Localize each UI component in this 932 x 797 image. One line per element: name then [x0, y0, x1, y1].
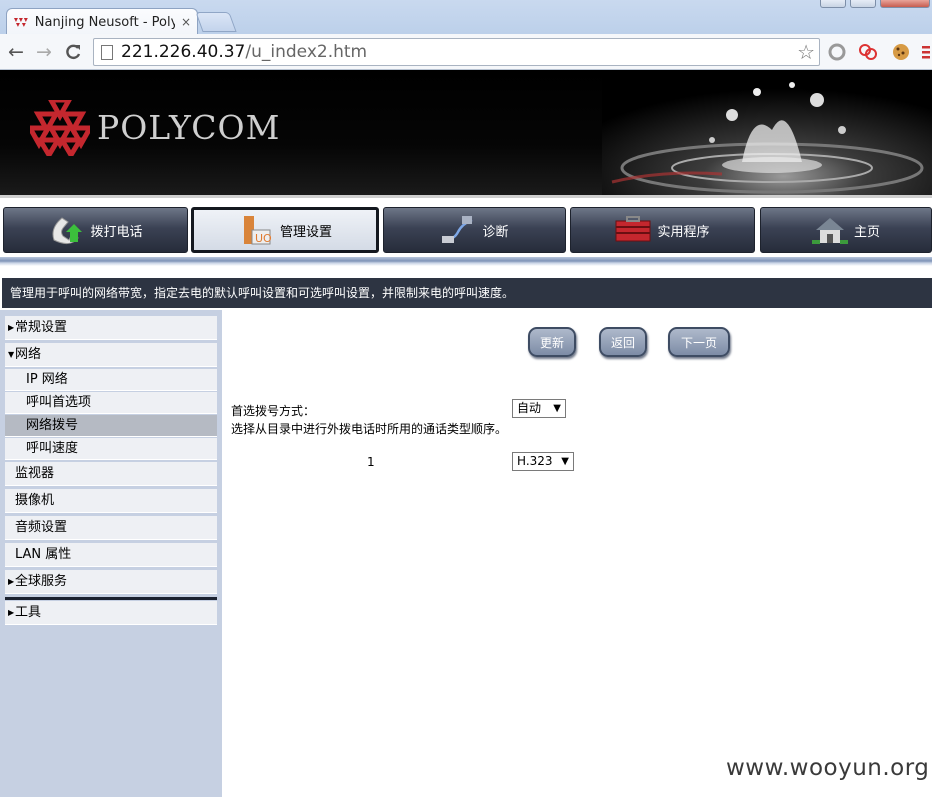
phone-icon	[52, 217, 83, 244]
sidebar-item-network[interactable]: ▼ 网络	[5, 343, 217, 367]
sidebar-item-label: 常规设置	[15, 320, 68, 335]
sidebar-divider	[5, 597, 217, 600]
close-window-button[interactable]	[880, 0, 930, 8]
sidebar-item-label: 全球服务	[15, 574, 68, 589]
call-type-order-select[interactable]: H.323 ▼	[512, 452, 574, 471]
nav-divider-rails	[0, 254, 932, 270]
tab-home[interactable]: 主页	[760, 207, 932, 253]
sidebar-item-call-speed[interactable]: 呼叫速度	[5, 438, 217, 460]
new-tab-button[interactable]	[195, 12, 237, 32]
water-splash-image	[602, 70, 932, 195]
main-nav-bar: 拨打电话 UO 管理设置 诊断 实用程序 主页	[0, 202, 932, 270]
sidebar-item-label: 网络	[15, 347, 42, 362]
toolbox-icon	[615, 216, 651, 242]
extension-links-icon[interactable]	[858, 42, 878, 62]
order-index: 1	[367, 455, 375, 469]
maximize-button[interactable]	[850, 0, 876, 8]
tab-diagnostics[interactable]: 诊断	[383, 207, 566, 253]
diagnostics-icon	[442, 216, 473, 243]
sidebar-item-lan-properties[interactable]: LAN 属性	[5, 543, 217, 567]
tab-label: 拨打电话	[90, 224, 143, 240]
browser-toolbar: ← → 221.226.40.37/u_index2.htm ☆	[0, 34, 932, 70]
polycom-favicon-icon	[13, 18, 28, 27]
svg-text:UO: UO	[255, 232, 272, 245]
tab-label: 主页	[853, 224, 880, 240]
reload-icon[interactable]	[61, 40, 85, 64]
browser-tabstrip: Nanjing Neusoft - Polyc ×	[0, 0, 932, 35]
expand-arrow-icon: ▶	[8, 608, 15, 617]
back-button[interactable]: 返回	[599, 327, 647, 357]
page-icon	[101, 44, 113, 60]
admin-icon: UO	[243, 216, 272, 245]
sidebar: ▶ 常规设置 ▼ 网络 IP 网络 呼叫首选项 网络拨号 呼叫速度 监视器 摄像…	[0, 310, 222, 797]
update-button[interactable]: 更新	[528, 327, 576, 357]
sidebar-item-label: 工具	[15, 605, 42, 620]
select-value: 自动	[517, 401, 542, 415]
tab-admin-settings[interactable]: UO 管理设置	[191, 207, 379, 253]
preferred-dial-select[interactable]: 自动 ▼	[512, 399, 566, 418]
dropdown-arrow-icon: ▼	[561, 456, 569, 467]
sidebar-item-cameras[interactable]: 摄像机	[5, 489, 217, 513]
watermark: www.wooyun.org	[726, 755, 930, 781]
sidebar-item-ip-network[interactable]: IP 网络	[5, 369, 217, 391]
tab-title: Nanjing Neusoft - Polyc	[34, 14, 175, 30]
tab-label: 管理设置	[279, 224, 332, 240]
preferred-dial-description: 选择从目录中进行外拨电话时所用的通话类型顺序。	[231, 422, 508, 436]
url-host: 221.226.40.37	[121, 42, 246, 62]
url-path: /u_index2.htm	[245, 42, 368, 62]
forward-arrow-icon[interactable]: →	[32, 40, 56, 64]
tab-close-icon[interactable]: ×	[181, 15, 191, 29]
next-page-button[interactable]: 下一页	[668, 327, 730, 357]
sidebar-item-general-settings[interactable]: ▶ 常规设置	[5, 316, 217, 340]
page-description: 管理用于呼叫的网络带宽，指定去电的默认呼叫设置和可选呼叫设置，并限制来电的呼叫速…	[2, 278, 932, 308]
sidebar-item-network-dialing[interactable]: 网络拨号	[5, 415, 217, 437]
tab-utilities[interactable]: 实用程序	[570, 207, 755, 253]
home-icon	[811, 218, 848, 244]
collapse-arrow-icon: ▼	[8, 350, 15, 359]
bookmark-star-icon[interactable]: ☆	[797, 40, 815, 64]
main-content: 更新 返回 下一页 首选拨号方式： 选择从目录中进行外拨电话时所用的通话类型顺序…	[222, 310, 932, 797]
back-arrow-icon[interactable]: ←	[4, 40, 28, 64]
brand-name: POLYCOM	[97, 108, 281, 147]
expand-arrow-icon: ▶	[8, 577, 15, 586]
sidebar-item-tools[interactable]: ▶ 工具	[5, 601, 217, 625]
sidebar-item-call-preferences[interactable]: 呼叫首选项	[5, 392, 217, 414]
minimize-button[interactable]	[820, 0, 846, 8]
sidebar-item-monitors[interactable]: 监视器	[5, 462, 217, 486]
cookie-extension-icon[interactable]	[891, 42, 911, 62]
select-value: H.323	[517, 454, 553, 468]
polycom-logo-icon	[30, 100, 90, 156]
browser-tab-active[interactable]: Nanjing Neusoft - Polyc ×	[6, 8, 198, 35]
tab-place-call[interactable]: 拨打电话	[3, 207, 188, 253]
tab-label: 实用程序	[657, 224, 710, 240]
tab-label: 诊断	[482, 224, 509, 240]
address-bar[interactable]: 221.226.40.37/u_index2.htm ☆	[93, 38, 820, 66]
preferred-dial-label: 首选拨号方式：	[231, 404, 316, 418]
sidebar-item-audio-settings[interactable]: 音频设置	[5, 516, 217, 540]
polycom-banner: POLYCOM	[0, 70, 932, 198]
dropdown-arrow-icon: ▼	[553, 403, 561, 414]
extension-circle-icon[interactable]	[827, 42, 847, 62]
expand-arrow-icon: ▶	[8, 323, 15, 332]
sidebar-item-global-services[interactable]: ▶ 全球服务	[5, 570, 217, 594]
menu-icon[interactable]	[918, 42, 932, 62]
